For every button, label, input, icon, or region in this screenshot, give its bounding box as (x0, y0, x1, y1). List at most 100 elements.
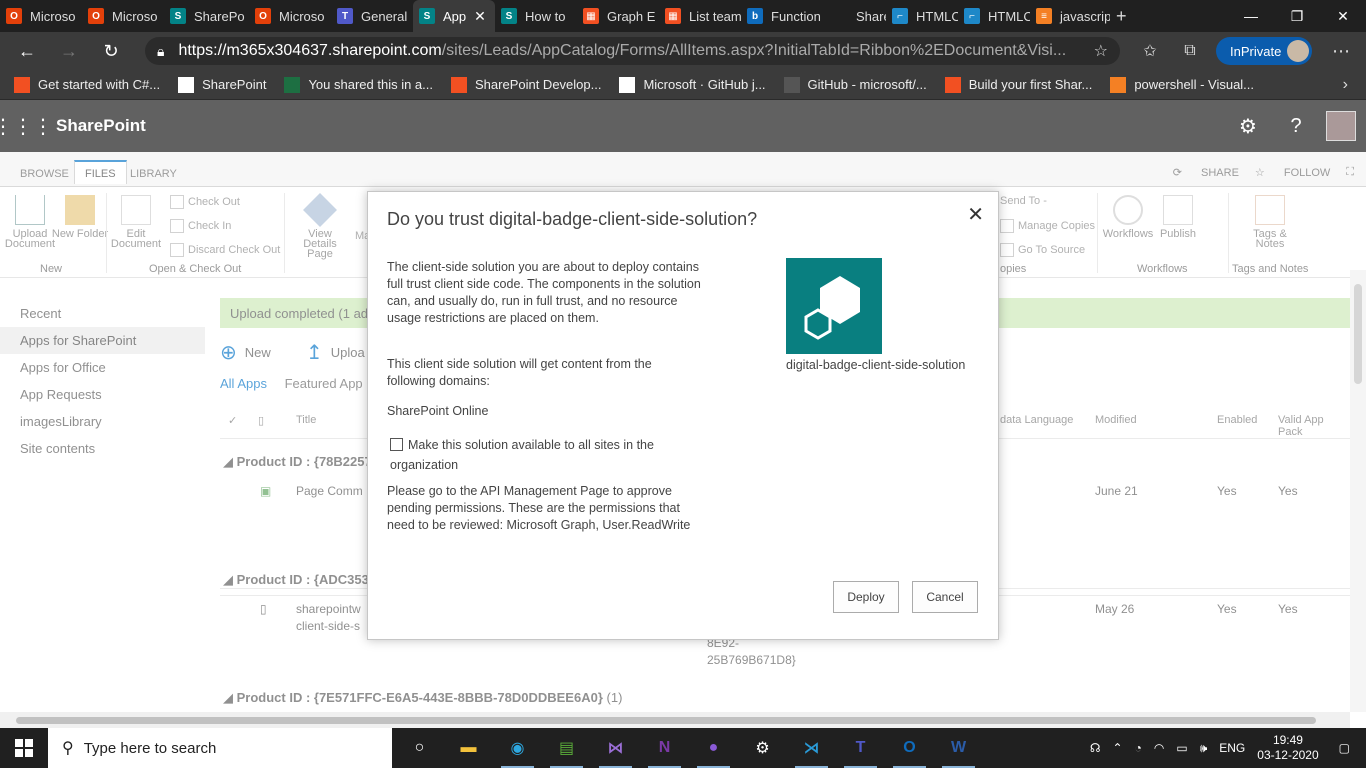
tenant-wide-deploy-checkbox[interactable]: Make this solution available to all site… (390, 435, 690, 475)
favorite-link[interactable]: Microsoft · GitHub j... (619, 76, 766, 93)
favorite-icon (1110, 76, 1127, 93)
avatar[interactable] (1326, 111, 1356, 141)
browser-tab[interactable]: T General (331, 0, 413, 32)
windows-start-icon[interactable] (0, 728, 48, 768)
browser-tab[interactable]: ⌐ HTMLCa (958, 0, 1030, 32)
tab-favicon-icon: O (255, 8, 271, 24)
favorite-label: SharePoint Develop... (475, 77, 602, 92)
favorite-label: Get started with C#... (38, 77, 161, 92)
horizontal-scrollbar[interactable] (0, 712, 1350, 728)
collections-icon[interactable]: ⧉ (1170, 42, 1210, 60)
close-icon[interactable]: ✕ (967, 202, 984, 227)
tab-favicon-icon: ≡ (1036, 8, 1052, 24)
search-placeholder: Type here to search (83, 739, 217, 757)
favorite-link[interactable]: Build your first Shar... (944, 76, 1092, 93)
wifi-icon[interactable]: ◠ (1154, 741, 1164, 755)
restore-icon[interactable]: ❐ (1274, 0, 1320, 32)
file-explorer-icon[interactable]: ▬ (444, 728, 493, 768)
clock-date: 03-12-2020 (1257, 748, 1319, 762)
favorite-link[interactable]: SharePoint (178, 76, 266, 93)
deploy-button[interactable]: Deploy (833, 581, 899, 613)
checkbox-box[interactable] (390, 438, 403, 451)
battery-icon[interactable]: ▭ (1176, 741, 1187, 755)
tab-favicon-icon: O (88, 8, 104, 24)
cancel-button[interactable]: Cancel (912, 581, 978, 613)
cortana-icon[interactable]: ○ (395, 728, 444, 768)
tab-label: Graph E (607, 8, 656, 24)
browser-tab-strip: O Microso O Microso S SharePo O Microso T General… (0, 0, 1366, 32)
favorite-icon (451, 76, 467, 93)
browser-tab[interactable]: SharePo (826, 0, 886, 32)
lock-icon[interactable]: 🔒︎ (157, 43, 164, 60)
favorite-link[interactable]: GitHub - microsoft/... (783, 76, 927, 93)
favorites-icon[interactable]: ✩ (1130, 41, 1170, 61)
url-field[interactable]: 🔒︎ https://m365x304637.sharepoint.com /s… (145, 37, 1120, 65)
browser-tab[interactable]: ≡ javascrip (1030, 0, 1110, 32)
chevron-right-icon[interactable]: › (1343, 76, 1348, 94)
url-path: /sites/Leads/AppCatalog/Forms/AllItems.a… (441, 42, 1067, 59)
vscode-icon[interactable]: ⋊ (787, 728, 836, 768)
browser-tab[interactable]: ▦ List team (659, 0, 741, 32)
browser-tab[interactable]: S How to (495, 0, 577, 32)
tray-expand-icon[interactable]: ⌃ (1113, 741, 1123, 755)
language-indicator[interactable]: ENG (1219, 741, 1245, 755)
dialog-domain: SharePoint Online (387, 404, 489, 418)
favorite-icon (284, 76, 301, 93)
inprivate-button[interactable]: InPrivate (1216, 37, 1312, 65)
back-icon[interactable]: ← (6, 32, 48, 70)
visual-studio-icon[interactable]: ⋈ (591, 728, 640, 768)
tab-label: Microso (30, 8, 76, 24)
tab-label: App (443, 8, 467, 24)
app-name: digital-badge-client-side-solution (786, 358, 966, 372)
chart-app-icon[interactable]: ▤ (542, 728, 591, 768)
tab-label: How to (525, 8, 566, 24)
new-tab-icon[interactable]: + (1110, 0, 1133, 32)
more-icon[interactable]: ⋯ (1326, 32, 1356, 70)
network-icon[interactable]: ◔ (1135, 741, 1142, 755)
settings-gear-icon[interactable]: ⚙ (1224, 114, 1272, 139)
taskbar: ⚲ Type here to search ○ ▬ ◉ ▤ ⋈ N ● ⚙ ⋊ T O W ☊ ⌃ ◔… (0, 728, 1366, 768)
github-desktop-icon[interactable]: ● (689, 728, 738, 768)
favorite-link[interactable]: Get started with C#... (14, 76, 161, 93)
address-bar: ← → ↻ 🔒︎ https://m365x304637.sharepoint.… (0, 32, 1366, 70)
close-tab-icon[interactable]: ✕ (474, 8, 486, 25)
browser-tab[interactable]: ▦ Graph E (577, 0, 659, 32)
forward-icon[interactable]: → (48, 32, 90, 70)
dialog-permissions-note: Please go to the API Management Page to … (387, 484, 691, 532)
help-icon[interactable]: ? (1272, 115, 1320, 138)
word-icon[interactable]: W (934, 728, 983, 768)
browser-tab[interactable]: ⌐ HTMLCa (886, 0, 958, 32)
close-window-icon[interactable]: ✕ (1320, 0, 1366, 32)
browser-tab[interactable]: O Microso (0, 0, 82, 32)
browser-tab[interactable]: S App ✕ (413, 0, 495, 32)
favorite-label: Microsoft · GitHub j... (643, 77, 766, 92)
tab-favicon-icon (832, 8, 848, 24)
browser-tab[interactable]: S SharePo (164, 0, 249, 32)
inprivate-label: InPrivate (1230, 43, 1282, 59)
onenote-icon[interactable]: N (640, 728, 689, 768)
notifications-icon[interactable]: ▢ (1339, 741, 1350, 755)
browser-tab[interactable]: O Microso (249, 0, 331, 32)
app-launcher-icon[interactable]: ⋮⋮⋮ (0, 100, 53, 152)
window-controls: — ❐ ✕ (1228, 0, 1366, 32)
favorite-link[interactable]: You shared this in a... (284, 76, 433, 93)
browser-tab[interactable]: O Microso (82, 0, 164, 32)
people-icon[interactable]: ☊ (1090, 741, 1101, 755)
suite-title[interactable]: SharePoint (56, 116, 146, 136)
tab-label: HTMLCa (988, 8, 1030, 24)
taskbar-search-box[interactable]: ⚲ Type here to search (48, 728, 392, 768)
clock[interactable]: 19:49 03-12-2020 (1257, 733, 1318, 763)
favorite-star-icon[interactable]: ☆ (1094, 41, 1108, 61)
edge-icon[interactable]: ◉ (493, 728, 542, 768)
browser-tab[interactable]: b Function (741, 0, 826, 32)
favorite-link[interactable]: SharePoint Develop... (451, 76, 602, 93)
settings-icon[interactable]: ⚙ (738, 728, 787, 768)
minimize-icon[interactable]: — (1228, 0, 1274, 32)
tab-favicon-icon: ▦ (665, 8, 681, 24)
outlook-icon[interactable]: O (885, 728, 934, 768)
refresh-icon[interactable]: ↻ (90, 32, 132, 70)
favorite-link[interactable]: powershell - Visual... (1110, 76, 1254, 93)
favorite-label: GitHub - microsoft/... (807, 77, 927, 92)
teams-icon[interactable]: T (836, 728, 885, 768)
volume-icon[interactable]: 🕪︎ (1200, 741, 1208, 756)
